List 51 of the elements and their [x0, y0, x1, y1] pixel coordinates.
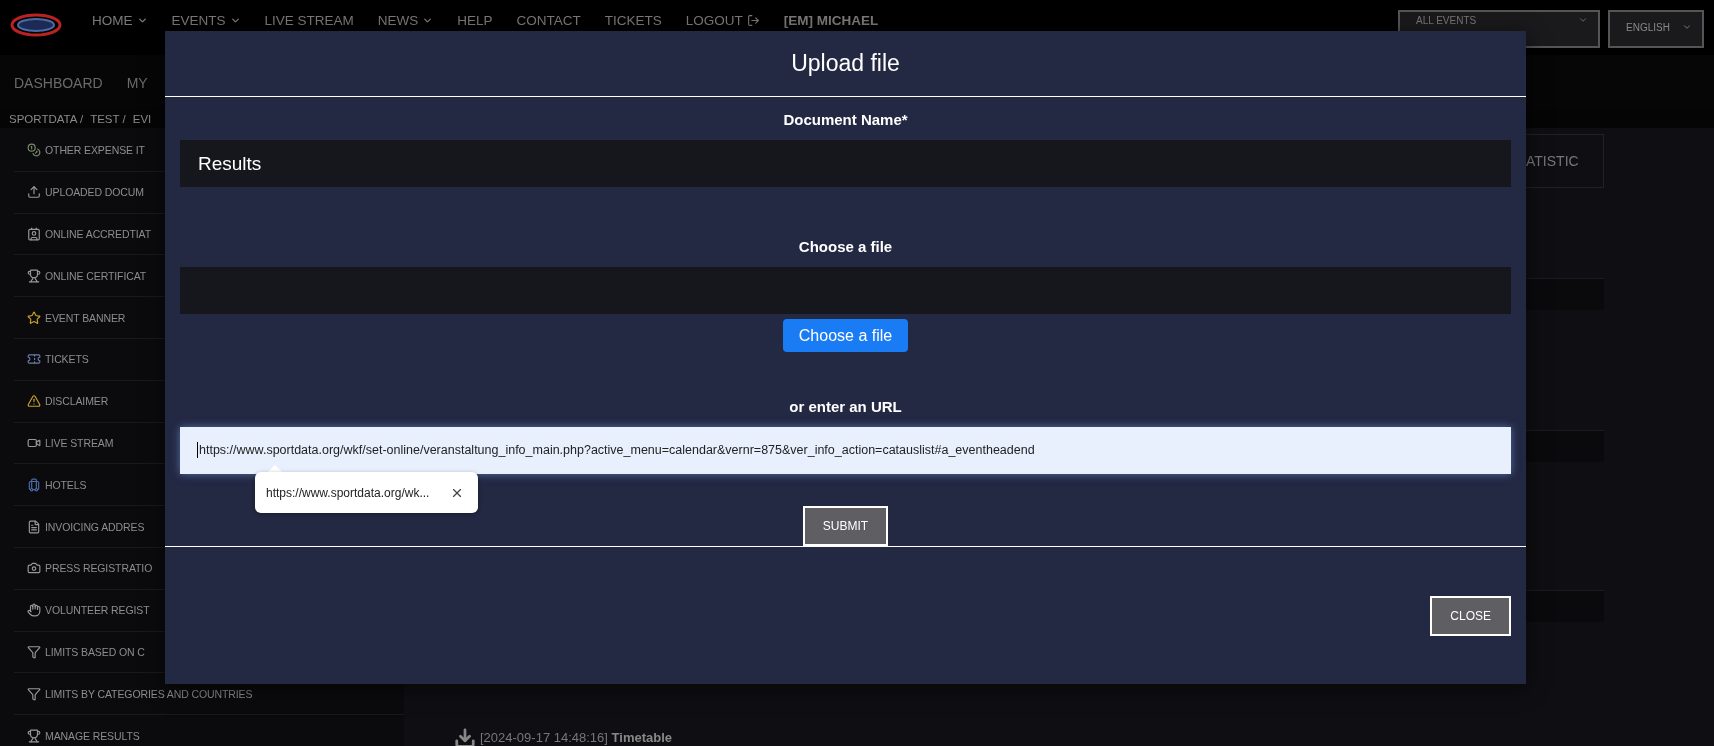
breadcrumb-link[interactable]: SPORTDATA / — [9, 113, 84, 125]
suitcase-icon — [27, 477, 41, 492]
nav-link[interactable]: LIVE STREAM — [252, 13, 366, 28]
ticket-icon — [27, 352, 41, 367]
download-icon[interactable] — [454, 726, 476, 746]
caret-icon — [1578, 15, 1588, 25]
camera-icon — [27, 561, 41, 576]
field-label: or enter an URL — [789, 397, 902, 415]
sidebar-item[interactable]: MANAGE RESULTS — [14, 715, 404, 746]
field-label: Document Name* — [783, 111, 908, 128]
choose-file-button[interactable]: Choose a file — [782, 319, 909, 352]
filter-icon — [27, 686, 41, 701]
field-label: Choose a file — [798, 238, 893, 256]
close-button[interactable]: CLOSE — [1430, 595, 1511, 636]
dialog-title: Upload file — [791, 50, 900, 77]
nav-menu-item[interactable]: HOME — [80, 13, 160, 28]
url-field[interactable]: https://www.sportdata.org/wkf/set-online/veranstaltung_info_main.php?active_menu=calendar&vernr=875&ver_info_action=catauslist#a_eventheadend — [180, 426, 1511, 474]
subnav-link[interactable]: DASHBOARD — [14, 74, 103, 91]
caret-icon — [136, 15, 148, 26]
logo[interactable] — [10, 13, 62, 37]
star-icon — [27, 310, 41, 325]
coins-icon — [27, 143, 41, 158]
file-field[interactable] — [180, 267, 1511, 315]
nav-link[interactable]: CONTACT — [504, 13, 593, 28]
language-select[interactable]: ENGLISH — [1608, 10, 1704, 48]
nav-link[interactable]: HELP — [445, 13, 505, 28]
subnav-link[interactable]: MY — [126, 74, 148, 91]
caret-icon — [1682, 22, 1692, 32]
upload-icon — [27, 185, 41, 200]
trophy-icon — [27, 268, 41, 283]
nav-link[interactable]: TICKETS — [592, 13, 674, 28]
document-name-field[interactable]: Results — [180, 140, 1511, 188]
breadcrumb-link[interactable]: EVI — [132, 113, 152, 125]
sign-out-icon — [746, 14, 760, 27]
document-icon — [27, 519, 41, 534]
breadcrumb-link[interactable]: TEST / — [90, 113, 126, 125]
nav-menu-item[interactable]: NEWS — [365, 13, 446, 28]
logout-link[interactable]: LOGOUT — [673, 13, 772, 28]
warning-icon — [27, 394, 41, 409]
autofill-tooltip[interactable]: https://www.sportdata.org/wk... — [255, 472, 478, 513]
submit-button[interactable]: SUBMIT — [802, 506, 889, 546]
caret-icon — [229, 15, 241, 26]
nav-menu-item[interactable]: EVENTS — [159, 13, 253, 28]
badge-icon — [27, 227, 41, 241]
user-link[interactable]: [EM] MICHAEL — [771, 13, 891, 28]
filter-icon — [27, 644, 41, 659]
hand-icon — [27, 603, 41, 618]
document-entry[interactable]: [2024-09-17 14:48:16] Timetable — [480, 730, 672, 746]
caret-icon — [422, 15, 434, 26]
trophy-icon — [27, 728, 41, 743]
tooltip-text: https://www.sportdata.org/wk... — [266, 485, 430, 500]
